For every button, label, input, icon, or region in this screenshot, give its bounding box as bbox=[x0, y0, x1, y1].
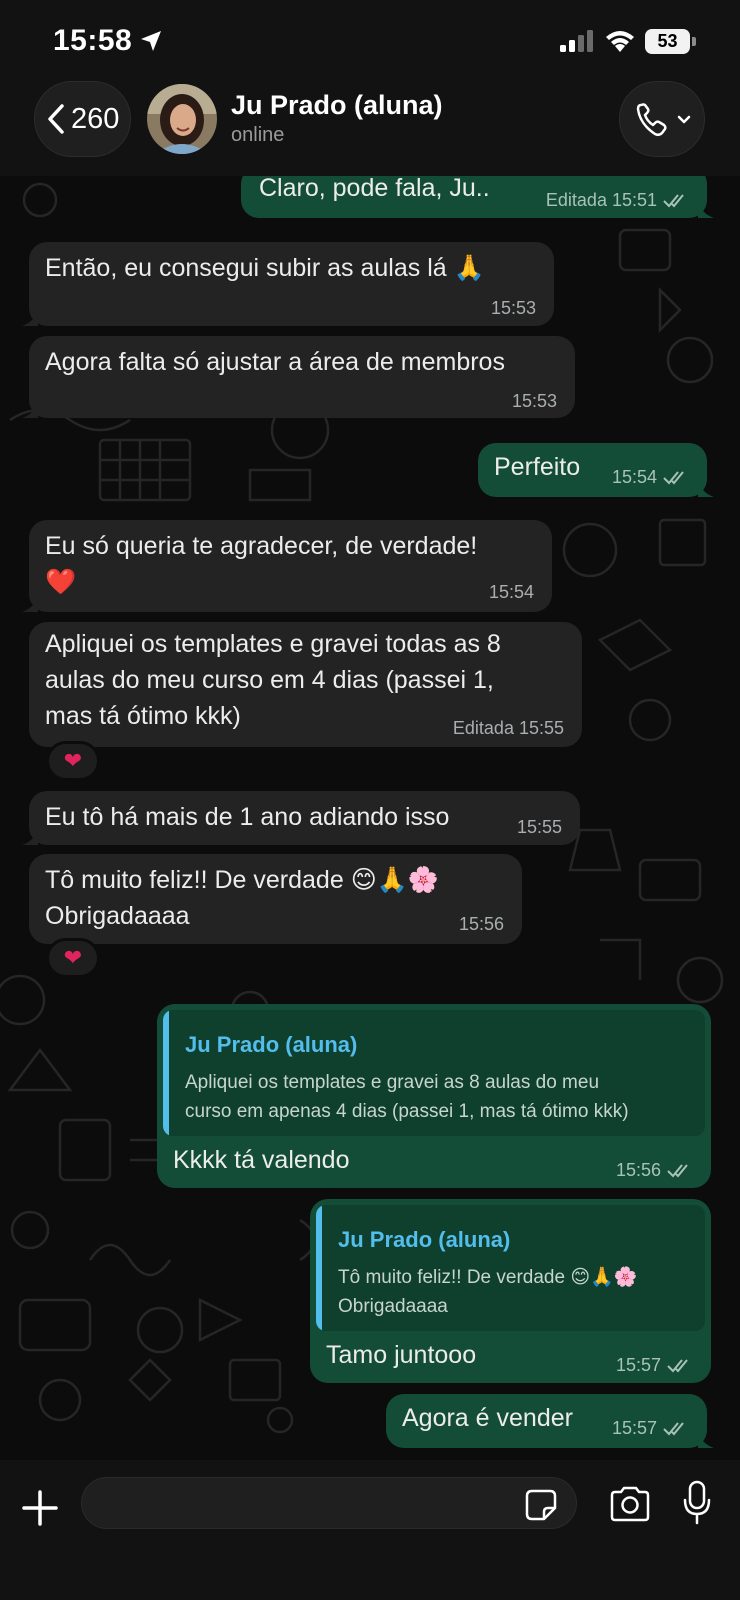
message-bubble-incoming[interactable]: Eu só queria te agradecer, de verdade! ❤… bbox=[22, 520, 552, 612]
location-arrow-icon bbox=[141, 31, 161, 51]
double-check-icon bbox=[667, 1163, 688, 1177]
message-bubble-incoming[interactable]: Agora falta só ajustar a área de membros… bbox=[22, 336, 575, 418]
message-meta: 15:53 bbox=[490, 298, 536, 318]
message-meta: 15:55 bbox=[516, 817, 562, 837]
message-bubble-outgoing[interactable]: Perfeito 15:54 bbox=[478, 443, 714, 497]
sticker-icon[interactable] bbox=[524, 1488, 558, 1522]
chevron-left-icon bbox=[48, 104, 64, 134]
message-bubble-outgoing-reply[interactable]: Ju Prado (aluna) Apliquei os templates e… bbox=[157, 1004, 711, 1188]
microphone-icon[interactable] bbox=[682, 1480, 712, 1526]
double-check-icon bbox=[667, 1358, 688, 1372]
message-meta: 15:57 bbox=[612, 1418, 689, 1439]
quote-text: Tô muito feliz!! De verdade 😊🙏🌸 Obrigada… bbox=[338, 1267, 638, 1317]
quote-author: Ju Prado (aluna) bbox=[338, 1227, 511, 1252]
unread-count: 260 bbox=[71, 102, 120, 135]
message-text: Tamo juntooo bbox=[326, 1341, 477, 1369]
message-text: Agora é vender bbox=[402, 1404, 573, 1432]
status-bar: 15:58 53 bbox=[0, 0, 740, 76]
message-meta: Editada 15:55 bbox=[452, 718, 564, 738]
message-meta: Editada 15:51 bbox=[546, 190, 689, 211]
status-time: 15:58 bbox=[53, 24, 133, 57]
battery-nub bbox=[692, 37, 696, 46]
message-bubble-incoming[interactable]: Tô muito feliz!! De verdade 😊🙏🌸 Obrigada… bbox=[29, 854, 522, 944]
message-meta: 15:53 bbox=[511, 391, 557, 411]
message-text: Então, eu consegui subir as aulas lá 🙏 bbox=[45, 254, 485, 282]
double-check-icon bbox=[663, 470, 684, 484]
message-text: Kkkk tá valendo bbox=[173, 1146, 350, 1174]
wifi-icon bbox=[606, 31, 634, 52]
contact-status: online bbox=[231, 124, 285, 146]
message-text: Agora falta só ajustar a área de membros bbox=[45, 348, 505, 376]
battery-icon: 53 bbox=[645, 29, 690, 54]
message-text: Tô muito feliz!! De verdade 😊🙏🌸 Obrigada… bbox=[45, 866, 440, 930]
back-button[interactable]: 260 bbox=[34, 81, 131, 157]
quote-author: Ju Prado (aluna) bbox=[185, 1032, 358, 1057]
signal-icon bbox=[560, 30, 593, 52]
heart-reaction[interactable]: ❤ bbox=[46, 938, 100, 978]
message-meta: 15:54 bbox=[612, 467, 689, 488]
composer-bar bbox=[0, 1460, 740, 1600]
avatar[interactable] bbox=[147, 84, 217, 154]
message-meta: 15:56 bbox=[616, 1160, 693, 1181]
message-meta: 15:54 bbox=[488, 582, 534, 602]
message-text: Eu tô há mais de 1 ano adiando isso bbox=[45, 803, 450, 831]
message-bubble-outgoing[interactable]: Agora é vender 15:57 bbox=[386, 1394, 714, 1448]
message-bubble-incoming[interactable]: Então, eu consegui subir as aulas lá 🙏 1… bbox=[22, 242, 554, 326]
chat-header: 260 Ju Prado (aluna) online bbox=[0, 76, 740, 176]
plus-icon[interactable] bbox=[20, 1488, 60, 1528]
message-bubble-incoming[interactable]: Eu tô há mais de 1 ano adiando isso 15:5… bbox=[22, 791, 580, 845]
double-check-icon bbox=[663, 1421, 684, 1435]
heart-reaction[interactable]: ❤ bbox=[46, 741, 100, 781]
call-button[interactable] bbox=[619, 81, 705, 157]
camera-icon[interactable] bbox=[608, 1485, 652, 1523]
message-bubble-incoming[interactable]: Apliquei os templates e gravei todas as … bbox=[29, 622, 582, 747]
phone-icon bbox=[636, 103, 691, 137]
quoted-message[interactable]: Ju Prado (aluna) Apliquei os templates e… bbox=[163, 1010, 705, 1136]
message-meta: 15:57 bbox=[616, 1355, 693, 1376]
quote-accent-bar bbox=[163, 1010, 169, 1136]
quote-text: Apliquei os templates e gravei as 8 aula… bbox=[185, 1072, 629, 1122]
message-bubble-outgoing-reply[interactable]: Ju Prado (aluna) Tô muito feliz!! De ver… bbox=[310, 1199, 711, 1383]
message-meta: 15:56 bbox=[458, 914, 504, 934]
message-text: Perfeito bbox=[494, 453, 581, 481]
message-input[interactable] bbox=[81, 1477, 577, 1529]
quoted-message[interactable]: Ju Prado (aluna) Tô muito feliz!! De ver… bbox=[316, 1205, 705, 1331]
message-text: Apliquei os templates e gravei todas as … bbox=[45, 630, 501, 730]
quote-accent-bar bbox=[316, 1205, 322, 1331]
chevron-down-icon bbox=[677, 115, 691, 124]
message-text: Eu só queria te agradecer, de verdade! ❤… bbox=[45, 532, 478, 596]
double-check-icon bbox=[663, 193, 684, 207]
contact-name[interactable]: Ju Prado (aluna) bbox=[231, 90, 443, 121]
